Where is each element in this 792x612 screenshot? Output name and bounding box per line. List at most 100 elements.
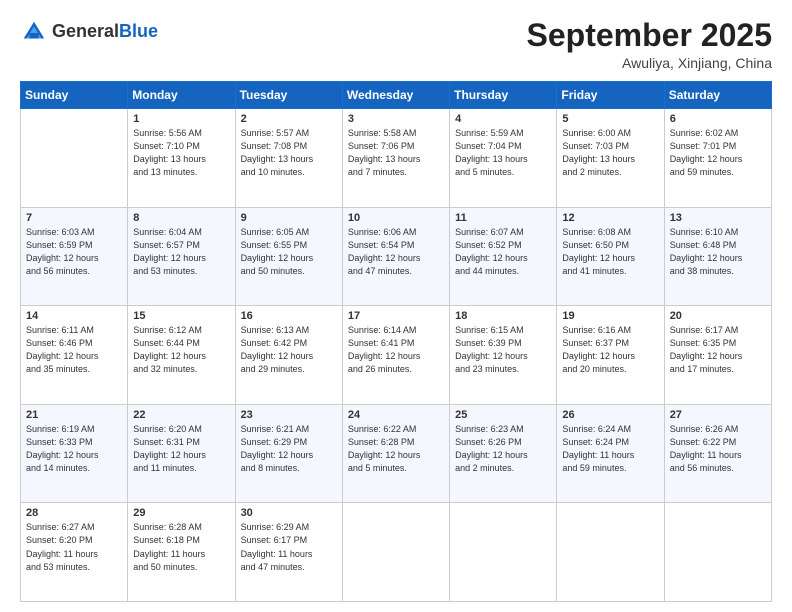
day-info: Sunrise: 6:05 AM Sunset: 6:55 PM Dayligh…	[241, 226, 337, 278]
calendar-cell	[557, 503, 664, 602]
calendar-cell: 22 Sunrise: 6:20 AM Sunset: 6:31 PM Dayli…	[128, 404, 235, 503]
calendar-cell: 21 Sunrise: 6:19 AM Sunset: 6:33 PM Dayli…	[21, 404, 128, 503]
day-number: 6	[670, 113, 766, 125]
day-number: 12	[562, 212, 658, 224]
calendar-cell	[21, 109, 128, 208]
calendar-cell: 17 Sunrise: 6:14 AM Sunset: 6:41 PM Dayli…	[342, 306, 449, 405]
logo-blue: Blue	[119, 22, 158, 42]
day-info: Sunrise: 6:24 AM Sunset: 6:24 PM Dayligh…	[562, 423, 658, 475]
day-info: Sunrise: 6:28 AM Sunset: 6:18 PM Dayligh…	[133, 521, 229, 573]
month-title: September 2025	[527, 18, 772, 53]
day-info: Sunrise: 5:56 AM Sunset: 7:10 PM Dayligh…	[133, 127, 229, 179]
day-info: Sunrise: 6:14 AM Sunset: 6:41 PM Dayligh…	[348, 324, 444, 376]
calendar-cell: 20 Sunrise: 6:17 AM Sunset: 6:35 PM Dayli…	[664, 306, 771, 405]
calendar-cell: 24 Sunrise: 6:22 AM Sunset: 6:28 PM Dayli…	[342, 404, 449, 503]
day-info: Sunrise: 6:10 AM Sunset: 6:48 PM Dayligh…	[670, 226, 766, 278]
day-info: Sunrise: 6:27 AM Sunset: 6:20 PM Dayligh…	[26, 521, 122, 573]
day-number: 27	[670, 409, 766, 421]
day-number: 11	[455, 212, 551, 224]
day-number: 3	[348, 113, 444, 125]
day-info: Sunrise: 6:23 AM Sunset: 6:26 PM Dayligh…	[455, 423, 551, 475]
day-number: 16	[241, 310, 337, 322]
day-number: 1	[133, 113, 229, 125]
day-info: Sunrise: 6:19 AM Sunset: 6:33 PM Dayligh…	[26, 423, 122, 475]
day-number: 28	[26, 507, 122, 519]
day-info: Sunrise: 6:08 AM Sunset: 6:50 PM Dayligh…	[562, 226, 658, 278]
logo-text: GeneralBlue	[52, 22, 158, 42]
calendar-cell: 16 Sunrise: 6:13 AM Sunset: 6:42 PM Dayli…	[235, 306, 342, 405]
calendar-cell	[342, 503, 449, 602]
calendar-week-1: 1 Sunrise: 5:56 AM Sunset: 7:10 PM Daylig…	[21, 109, 772, 208]
calendar-cell: 1 Sunrise: 5:56 AM Sunset: 7:10 PM Daylig…	[128, 109, 235, 208]
day-number: 4	[455, 113, 551, 125]
calendar-cell: 9 Sunrise: 6:05 AM Sunset: 6:55 PM Daylig…	[235, 207, 342, 306]
calendar-cell: 2Sunrise: 5:57 AM Sunset: 7:08 PM Daylig…	[235, 109, 342, 208]
header: GeneralBlue September 2025 Awuliya, Xinj…	[20, 18, 772, 71]
day-number: 19	[562, 310, 658, 322]
day-info: Sunrise: 6:06 AM Sunset: 6:54 PM Dayligh…	[348, 226, 444, 278]
day-number: 29	[133, 507, 229, 519]
calendar-table: SundayMondayTuesdayWednesdayThursdayFrid…	[20, 81, 772, 602]
day-number: 22	[133, 409, 229, 421]
day-info: Sunrise: 6:11 AM Sunset: 6:46 PM Dayligh…	[26, 324, 122, 376]
logo: GeneralBlue	[20, 18, 158, 46]
day-info: Sunrise: 6:13 AM Sunset: 6:42 PM Dayligh…	[241, 324, 337, 376]
day-number: 20	[670, 310, 766, 322]
day-number: 30	[241, 507, 337, 519]
day-number: 7	[26, 212, 122, 224]
calendar-cell: 7 Sunrise: 6:03 AM Sunset: 6:59 PM Daylig…	[21, 207, 128, 306]
calendar-cell: 6Sunrise: 6:02 AM Sunset: 7:01 PM Daylig…	[664, 109, 771, 208]
day-info: Sunrise: 6:12 AM Sunset: 6:44 PM Dayligh…	[133, 324, 229, 376]
logo-icon	[20, 18, 48, 46]
calendar-week-5: 28 Sunrise: 6:27 AM Sunset: 6:20 PM Dayli…	[21, 503, 772, 602]
day-info: Sunrise: 6:07 AM Sunset: 6:52 PM Dayligh…	[455, 226, 551, 278]
title-block: September 2025 Awuliya, Xinjiang, China	[527, 18, 772, 71]
weekday-header-wednesday: Wednesday	[342, 82, 449, 109]
day-number: 24	[348, 409, 444, 421]
day-info: Sunrise: 6:16 AM Sunset: 6:37 PM Dayligh…	[562, 324, 658, 376]
weekday-header-row: SundayMondayTuesdayWednesdayThursdayFrid…	[21, 82, 772, 109]
day-number: 26	[562, 409, 658, 421]
day-number: 14	[26, 310, 122, 322]
day-info: Sunrise: 6:20 AM Sunset: 6:31 PM Dayligh…	[133, 423, 229, 475]
calendar-cell: 25Sunrise: 6:23 AM Sunset: 6:26 PM Dayli…	[450, 404, 557, 503]
weekday-header-monday: Monday	[128, 82, 235, 109]
calendar-cell: 8 Sunrise: 6:04 AM Sunset: 6:57 PM Daylig…	[128, 207, 235, 306]
day-number: 18	[455, 310, 551, 322]
calendar-cell: 11 Sunrise: 6:07 AM Sunset: 6:52 PM Dayli…	[450, 207, 557, 306]
day-info: Sunrise: 6:29 AM Sunset: 6:17 PM Dayligh…	[241, 521, 337, 573]
day-number: 9	[241, 212, 337, 224]
day-info: Sunrise: 5:59 AM Sunset: 7:04 PM Dayligh…	[455, 127, 551, 179]
day-number: 10	[348, 212, 444, 224]
calendar-cell: 27Sunrise: 6:26 AM Sunset: 6:22 PM Dayli…	[664, 404, 771, 503]
day-number: 15	[133, 310, 229, 322]
calendar-cell: 4 Sunrise: 5:59 AM Sunset: 7:04 PM Daylig…	[450, 109, 557, 208]
calendar-cell: 15 Sunrise: 6:12 AM Sunset: 6:44 PM Dayli…	[128, 306, 235, 405]
day-number: 8	[133, 212, 229, 224]
day-info: Sunrise: 6:22 AM Sunset: 6:28 PM Dayligh…	[348, 423, 444, 475]
calendar-week-4: 21 Sunrise: 6:19 AM Sunset: 6:33 PM Dayli…	[21, 404, 772, 503]
calendar-cell: 3Sunrise: 5:58 AM Sunset: 7:06 PM Daylig…	[342, 109, 449, 208]
calendar-cell: 28 Sunrise: 6:27 AM Sunset: 6:20 PM Dayli…	[21, 503, 128, 602]
day-number: 17	[348, 310, 444, 322]
calendar-cell: 5Sunrise: 6:00 AM Sunset: 7:03 PM Daylig…	[557, 109, 664, 208]
day-info: Sunrise: 6:04 AM Sunset: 6:57 PM Dayligh…	[133, 226, 229, 278]
day-number: 13	[670, 212, 766, 224]
calendar-cell: 29 Sunrise: 6:28 AM Sunset: 6:18 PM Dayli…	[128, 503, 235, 602]
calendar-cell: 23Sunrise: 6:21 AM Sunset: 6:29 PM Dayli…	[235, 404, 342, 503]
day-number: 21	[26, 409, 122, 421]
calendar-cell: 14 Sunrise: 6:11 AM Sunset: 6:46 PM Dayli…	[21, 306, 128, 405]
day-info: Sunrise: 5:57 AM Sunset: 7:08 PM Dayligh…	[241, 127, 337, 179]
day-info: Sunrise: 6:03 AM Sunset: 6:59 PM Dayligh…	[26, 226, 122, 278]
day-number: 23	[241, 409, 337, 421]
calendar-cell	[450, 503, 557, 602]
calendar-cell: 18 Sunrise: 6:15 AM Sunset: 6:39 PM Dayli…	[450, 306, 557, 405]
calendar-cell: 26 Sunrise: 6:24 AM Sunset: 6:24 PM Dayli…	[557, 404, 664, 503]
calendar-cell: 13 Sunrise: 6:10 AM Sunset: 6:48 PM Dayli…	[664, 207, 771, 306]
weekday-header-friday: Friday	[557, 82, 664, 109]
day-info: Sunrise: 6:15 AM Sunset: 6:39 PM Dayligh…	[455, 324, 551, 376]
day-info: Sunrise: 6:17 AM Sunset: 6:35 PM Dayligh…	[670, 324, 766, 376]
calendar-cell	[664, 503, 771, 602]
calendar-cell: 19 Sunrise: 6:16 AM Sunset: 6:37 PM Dayli…	[557, 306, 664, 405]
weekday-header-thursday: Thursday	[450, 82, 557, 109]
